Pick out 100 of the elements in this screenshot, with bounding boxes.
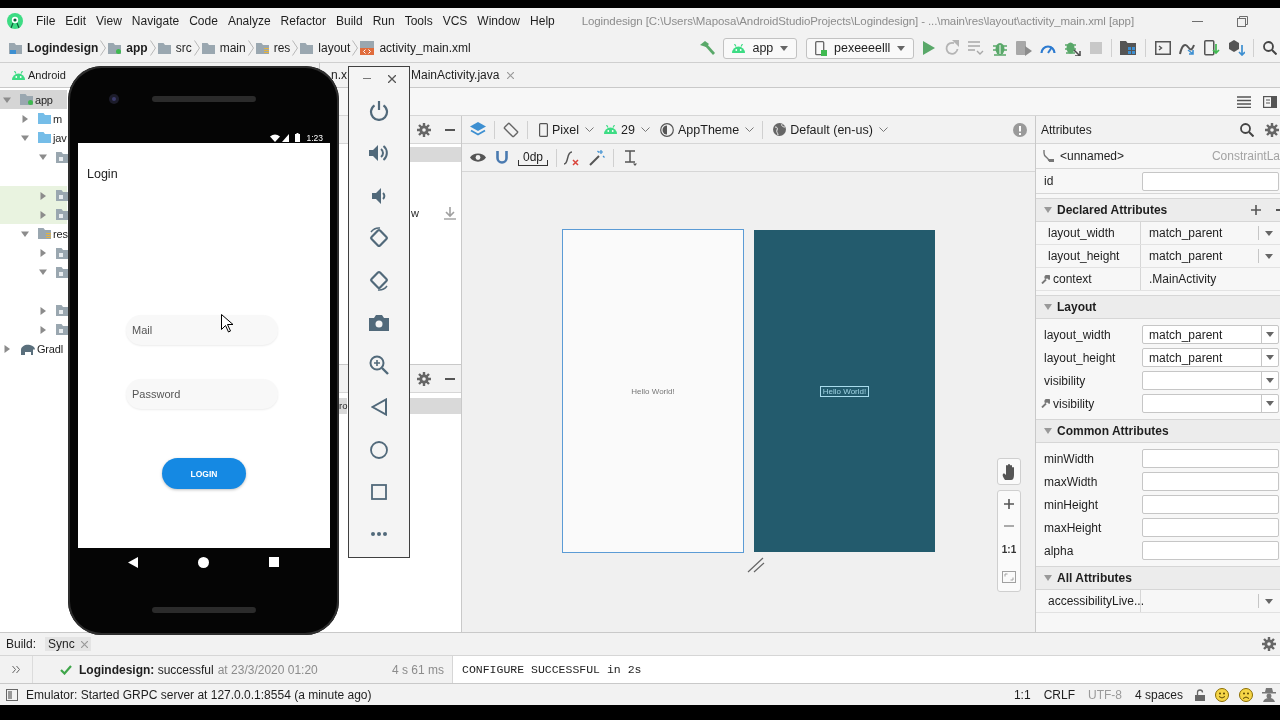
attribute-field[interactable] <box>1142 449 1279 468</box>
more-icon[interactable] <box>371 532 387 537</box>
attribute-field[interactable] <box>1142 371 1279 390</box>
search-icon[interactable] <box>1263 41 1277 55</box>
lines-icon[interactable] <box>1237 95 1251 108</box>
plus-icon[interactable] <box>1251 205 1261 215</box>
rotated-phone-icon[interactable] <box>503 121 519 138</box>
back-icon[interactable] <box>128 556 138 568</box>
phone-download-icon[interactable] <box>1203 40 1220 56</box>
tree-item[interactable]: m <box>0 109 67 129</box>
power-icon[interactable] <box>369 101 389 122</box>
breadcrumb[interactable]: res <box>253 41 293 55</box>
tree-item[interactable]: app <box>0 90 67 110</box>
breadcrumb[interactable]: main <box>199 41 248 55</box>
caret-icon[interactable] <box>1044 428 1052 434</box>
settings-icon[interactable] <box>417 122 431 137</box>
menu-item[interactable]: Analyze <box>222 14 276 28</box>
tree-item[interactable]: Gradl <box>0 339 67 359</box>
download-icon[interactable] <box>444 206 456 220</box>
project-view-selector[interactable]: Android <box>12 69 66 81</box>
tree-item[interactable] <box>0 205 67 225</box>
volume-up-icon[interactable] <box>369 144 389 163</box>
caret-icon[interactable] <box>21 133 29 142</box>
attribute-field[interactable]: match_parent <box>1142 325 1279 344</box>
folder-grid-icon[interactable] <box>1120 41 1137 55</box>
api-level-dropdown[interactable]: 29 <box>604 122 650 137</box>
caret-icon[interactable] <box>39 249 47 258</box>
caret-icon[interactable] <box>39 210 47 219</box>
plus-icon[interactable] <box>1004 499 1014 510</box>
arrow-chart-icon[interactable] <box>1179 41 1196 55</box>
caret-icon[interactable] <box>39 153 47 162</box>
default-margin-button[interactable]: 0dp <box>518 149 549 166</box>
wand-icon[interactable] <box>589 149 606 166</box>
menu-item[interactable]: Run <box>367 14 400 28</box>
menu-item[interactable]: Code <box>184 14 223 28</box>
restore-icon[interactable] <box>1237 15 1248 27</box>
hammer-icon[interactable] <box>698 40 715 56</box>
breadcrumb[interactable]: app <box>106 41 150 55</box>
component-tree-item[interactable]: ro <box>339 398 348 414</box>
close-icon[interactable] <box>388 74 396 83</box>
menu-item[interactable]: Build <box>330 14 368 28</box>
minus-icon[interactable] <box>445 377 455 380</box>
square-icon[interactable] <box>371 483 387 500</box>
caret-icon[interactable] <box>21 114 29 123</box>
minus-icon[interactable] <box>445 128 455 131</box>
device-dropdown[interactable]: Pixel <box>539 122 595 137</box>
menu-item[interactable]: Refactor <box>275 14 331 28</box>
layers-icon[interactable] <box>470 122 486 137</box>
login-button[interactable]: LOGIN <box>162 458 246 489</box>
caret-icon[interactable] <box>39 325 47 334</box>
panel-toggle-icon[interactable] <box>6 688 18 701</box>
attribute-field[interactable] <box>1142 495 1279 514</box>
caret-icon[interactable] <box>1044 207 1052 213</box>
split-view-icon[interactable] <box>1263 95 1277 108</box>
fit-screen-icon[interactable] <box>1002 570 1016 583</box>
bug-arrow-icon[interactable] <box>1065 40 1082 56</box>
rotate-left-icon[interactable] <box>368 227 390 250</box>
home-icon[interactable] <box>198 556 209 568</box>
breadcrumb[interactable]: Logindesign <box>7 41 101 55</box>
settings-icon[interactable] <box>1265 122 1279 137</box>
attribute-field[interactable] <box>1142 171 1279 191</box>
eye-icon[interactable] <box>470 152 486 163</box>
theme-dropdown[interactable]: AppTheme <box>660 122 755 137</box>
terminal-icon[interactable] <box>1154 41 1171 55</box>
lines-arrow-icon[interactable] <box>968 41 985 55</box>
settings-icon[interactable] <box>417 371 431 386</box>
search-icon[interactable] <box>1240 122 1254 137</box>
attribute-field[interactable]: match_parent <box>1142 348 1279 367</box>
section-header[interactable]: Common Attributes <box>1036 419 1280 443</box>
caret-icon[interactable] <box>39 306 47 315</box>
editor-tab[interactable]: n.x <box>331 68 347 82</box>
text-field[interactable]: Password <box>126 379 278 409</box>
caret-icon[interactable] <box>1044 304 1052 310</box>
resize-handle-icon[interactable] <box>747 557 765 573</box>
minimize-icon[interactable] <box>1192 20 1203 22</box>
zoom-in-icon[interactable] <box>369 354 389 375</box>
breadcrumb[interactable]: layout <box>298 41 353 55</box>
menu-item[interactable]: Tools <box>399 14 438 28</box>
menu-item[interactable]: View <box>91 14 127 28</box>
menu-item[interactable]: VCS <box>437 14 473 28</box>
section-header[interactable]: All Attributes <box>1036 566 1280 590</box>
settings-icon[interactable] <box>1262 637 1276 651</box>
frown-icon[interactable] <box>1239 687 1253 702</box>
camera-icon[interactable] <box>369 314 389 331</box>
caret-icon[interactable] <box>3 95 11 104</box>
editor-tab[interactable]: MainActivity.java <box>410 68 515 82</box>
menu-item[interactable]: Edit <box>60 14 92 28</box>
device-dropdown[interactable]: pexeeeelll <box>806 37 915 59</box>
status-item[interactable]: 4 spaces <box>1134 687 1183 702</box>
play-icon[interactable] <box>923 41 935 55</box>
curve-x-icon[interactable] <box>563 149 580 166</box>
palette-item[interactable]: w <box>411 207 419 219</box>
status-item[interactable]: CRLF <box>1043 687 1075 702</box>
breadcrumb[interactable]: activity_main.xml <box>358 41 473 55</box>
smiley-icon[interactable] <box>1215 687 1229 702</box>
magnet-icon[interactable] <box>496 151 508 164</box>
locale-dropdown[interactable]: Default (en-us) <box>773 122 888 137</box>
menu-item[interactable]: Help <box>525 14 560 28</box>
phone-play-icon[interactable] <box>1015 40 1032 56</box>
volume-down-icon[interactable] <box>372 187 386 204</box>
